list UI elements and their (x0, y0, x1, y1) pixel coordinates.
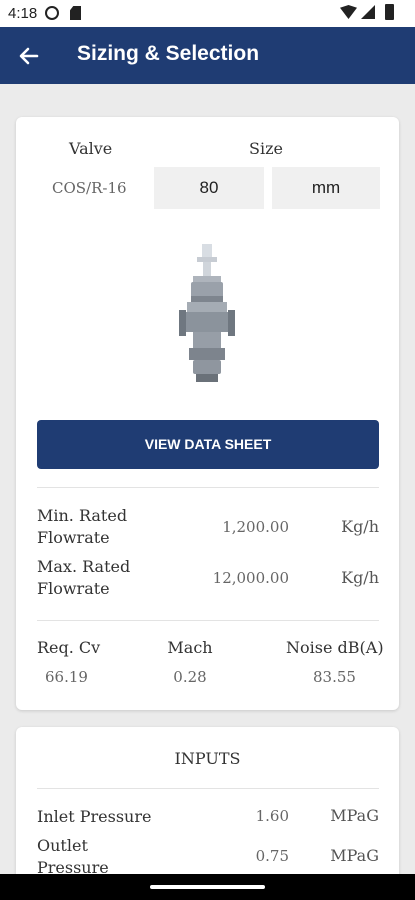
size-label: Size (249, 139, 283, 158)
valve-image (179, 244, 235, 382)
max-flowrate-value: 12,000.00 (212, 569, 289, 587)
page-title: Sizing & Selection (77, 42, 260, 65)
mach-value: 0.28 (173, 668, 207, 686)
req-cv-value: 66.19 (45, 668, 88, 686)
min-flowrate-label: Min. Rated Flowrate (37, 506, 128, 547)
vpn-globe-icon (45, 6, 59, 20)
valve-label: Valve (69, 139, 113, 158)
view-data-sheet-button[interactable]: VIEW DATA SHEET (37, 420, 379, 469)
arrow-left-icon (19, 47, 39, 65)
valve-value: COS/R-16 (52, 179, 127, 197)
noise-value: 83.55 (313, 668, 356, 686)
navigation-bar (0, 874, 415, 900)
battery-icon (385, 4, 394, 20)
home-gesture-handle[interactable] (150, 885, 265, 889)
max-flowrate-label: Max. Rated Flowrate (37, 557, 131, 598)
size-unit-select[interactable]: mm (272, 167, 380, 209)
outlet-pressure-value: 0.75 (255, 847, 289, 865)
divider (37, 788, 379, 789)
size-value-field[interactable]: 80 (154, 167, 264, 209)
sd-card-icon (70, 6, 81, 20)
selection-card: Valve Size COS/R-16 80 mm VIEW DATA SHEE… (16, 117, 399, 710)
wifi-icon (340, 5, 357, 19)
divider (37, 487, 379, 488)
mach-label: Mach (167, 638, 213, 657)
inlet-pressure-label: Inlet Pressure (37, 807, 152, 826)
inlet-pressure-unit: MPaG (330, 806, 379, 825)
req-cv-label: Req. Cv (37, 638, 101, 657)
max-flowrate-unit: Kg/h (341, 568, 379, 587)
noise-label: Noise dB(A) (286, 638, 384, 657)
outlet-pressure-label: Outlet Pressure (37, 836, 109, 877)
min-flowrate-value: 1,200.00 (222, 518, 289, 536)
outlet-pressure-unit: MPaG (330, 846, 379, 865)
inlet-pressure-value: 1.60 (255, 807, 289, 825)
inputs-title: INPUTS (174, 749, 241, 768)
status-bar: 4:18 (0, 0, 415, 27)
min-flowrate-unit: Kg/h (341, 517, 379, 536)
back-button[interactable] (12, 39, 46, 73)
app-bar: Sizing & Selection (0, 27, 415, 84)
cell-signal-icon (361, 5, 375, 19)
status-time: 4:18 (8, 5, 38, 22)
divider (37, 620, 379, 621)
